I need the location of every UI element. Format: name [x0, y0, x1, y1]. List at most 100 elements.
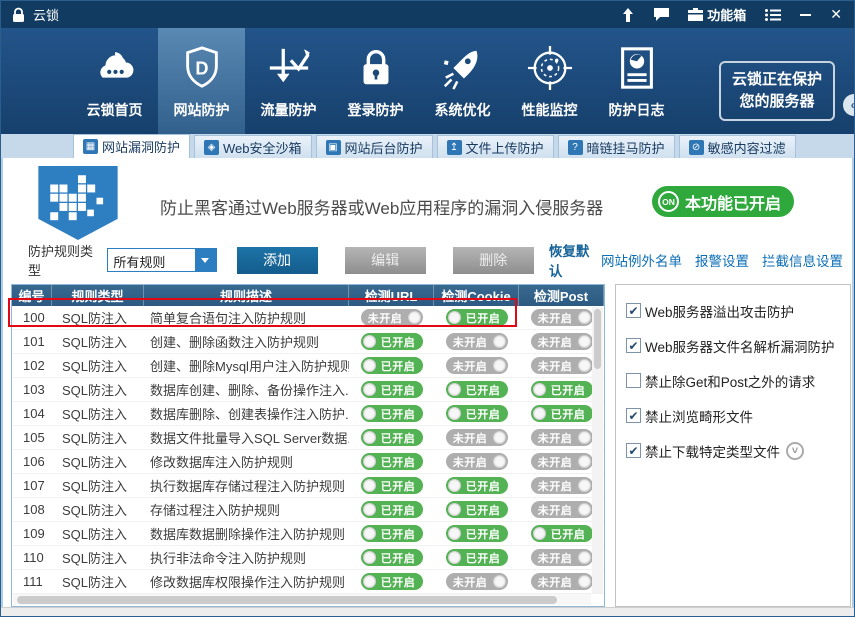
- detect-url-toggle[interactable]: 已开启: [360, 333, 423, 350]
- minimize-button[interactable]: [800, 13, 812, 16]
- detect-post-toggle[interactable]: 已开启: [530, 381, 593, 398]
- settings-link-2[interactable]: 拦截信息设置: [762, 250, 843, 270]
- rule-description: 修改数据库注入防护规则: [150, 455, 294, 470]
- detect-url-toggle[interactable]: 已开启: [360, 501, 423, 518]
- checkbox-checked[interactable]: ✔: [626, 408, 641, 423]
- detect-cookie-toggle[interactable]: 未开启: [445, 429, 508, 446]
- tab-content-filter[interactable]: ⊘ 敏感内容过滤: [678, 135, 796, 158]
- detect-post-toggle[interactable]: 未开启: [530, 333, 593, 350]
- detect-url-toggle[interactable]: 已开启: [360, 573, 423, 590]
- detect-cookie-toggle[interactable]: 已开启: [445, 405, 508, 422]
- rules-table: 编号 规则类型 规则描述 检测URL 检测Cookie 检测Post 100 SQL防注入 简…: [11, 284, 605, 607]
- detect-post-toggle[interactable]: 未开启: [530, 357, 593, 374]
- table-row[interactable]: 108 SQL防注入 存储过程注入防护规则 已开启 已开启 未开启: [12, 498, 604, 522]
- detect-url-toggle[interactable]: 已开启: [360, 549, 423, 566]
- detect-url-toggle[interactable]: 已开启: [360, 429, 423, 446]
- checkbox-unchecked[interactable]: [626, 373, 641, 388]
- feature-enabled-button[interactable]: ON 本功能已开启: [651, 186, 794, 217]
- edit-button[interactable]: 编辑: [344, 246, 426, 274]
- vertical-scrollbar[interactable]: [592, 307, 603, 593]
- site-backend-tab-icon: ▣: [325, 139, 341, 155]
- table-row[interactable]: 102 SQL防注入 创建、删除Mysql用户注入防护规则 已开启 未开启 未开启: [12, 354, 604, 378]
- table-row[interactable]: 101 SQL防注入 创建、删除函数注入防护规则 已开启 未开启 未开启: [12, 330, 604, 354]
- settings-link-1[interactable]: 报警设置: [695, 250, 749, 270]
- tab-site-backend[interactable]: ▣ 网站后台防护: [315, 135, 433, 158]
- vertical-scrollbar-thumb[interactable]: [594, 309, 601, 369]
- detect-post-toggle[interactable]: 未开启: [530, 429, 593, 446]
- toggle-knob-icon: [492, 335, 506, 348]
- detect-url-toggle[interactable]: 已开启: [360, 525, 423, 542]
- detect-cookie-toggle[interactable]: 已开启: [445, 501, 508, 518]
- rule-id: 107: [23, 478, 45, 493]
- checkbox-checked[interactable]: ✔: [626, 443, 641, 458]
- toggle-label: 未开启: [452, 576, 488, 589]
- horizontal-scrollbar-thumb[interactable]: [17, 595, 557, 604]
- nav-item-website-protection[interactable]: D 网站防护: [158, 28, 245, 134]
- menu-list-icon[interactable]: [765, 8, 782, 21]
- collapse-arrow-icon[interactable]: «: [843, 94, 854, 116]
- detect-cookie-toggle[interactable]: 已开启: [445, 309, 508, 326]
- table-row[interactable]: 109 SQL防注入 数据库数据删除操作注入防护规则 已开启 已开启 已开启: [12, 522, 604, 546]
- table-row[interactable]: 111 SQL防注入 修改数据库权限操作注入防护规则 已开启 未开启 未开启: [12, 570, 604, 594]
- add-button[interactable]: 添加: [236, 246, 318, 274]
- table-row[interactable]: 106 SQL防注入 修改数据库注入防护规则 已开启 未开启 未开启: [12, 450, 604, 474]
- nav-item-traffic-protection[interactable]: 流量防护: [245, 28, 332, 134]
- table-row[interactable]: 107 SQL防注入 执行数据库存储过程注入防护规则 已开启 已开启 未开启: [12, 474, 604, 498]
- settings-link-0[interactable]: 网站例外名单: [601, 250, 682, 270]
- toggle-knob-icon: [362, 527, 376, 540]
- detect-post-toggle[interactable]: 已开启: [530, 405, 593, 422]
- detect-cookie-toggle[interactable]: 已开启: [445, 381, 508, 398]
- detect-url-toggle[interactable]: 未开启: [360, 309, 423, 326]
- detect-cookie-toggle[interactable]: 未开启: [445, 357, 508, 374]
- detect-cookie-toggle[interactable]: 未开启: [445, 453, 508, 470]
- tab-file-upload[interactable]: ↥ 文件上传防护: [436, 135, 554, 158]
- checkbox-checked[interactable]: ✔: [626, 303, 641, 318]
- toggle-label: 未开启: [452, 360, 488, 373]
- nav-item-system-optimize[interactable]: 系统优化: [419, 28, 506, 134]
- checkbox-checked[interactable]: ✔: [626, 338, 641, 353]
- rule-type-select[interactable]: 所有规则: [107, 248, 217, 272]
- upgrade-icon[interactable]: [621, 7, 635, 22]
- delete-button[interactable]: 删除: [452, 246, 534, 274]
- detect-url-toggle[interactable]: 已开启: [360, 357, 423, 374]
- detect-post-toggle[interactable]: 未开启: [530, 477, 593, 494]
- web-vulnerability-tab-icon: ▦: [83, 139, 98, 154]
- tab-dark-link[interactable]: ? 暗链挂马防护: [557, 135, 675, 158]
- detect-url-toggle[interactable]: 已开启: [360, 381, 423, 398]
- nav-item-performance-monitor[interactable]: 性能监控: [506, 28, 593, 134]
- toolbox-button[interactable]: 功能箱: [688, 5, 746, 24]
- detect-post-toggle[interactable]: 未开启: [530, 549, 593, 566]
- detect-post-toggle[interactable]: 未开启: [530, 501, 593, 518]
- detect-cookie-toggle[interactable]: 已开启: [445, 525, 508, 542]
- restore-default-link[interactable]: 恢复默认: [549, 240, 601, 280]
- toggle-label: 未开启: [537, 552, 573, 565]
- detect-post-toggle[interactable]: 未开启: [530, 573, 593, 590]
- tab-web-sandbox[interactable]: ◈ Web安全沙箱: [194, 135, 312, 158]
- table-row[interactable]: 104 SQL防注入 数据库删除、创建表操作注入防护... 已开启 已开启 已开启: [12, 402, 604, 426]
- detect-post-toggle[interactable]: 已开启: [530, 525, 593, 542]
- nav-item-login-protection[interactable]: 登录防护: [332, 28, 419, 134]
- detect-url-toggle[interactable]: 已开启: [360, 477, 423, 494]
- toggle-knob-icon: [492, 575, 506, 588]
- detect-cookie-toggle[interactable]: 已开启: [445, 549, 508, 566]
- tab-web-vulnerability[interactable]: ▦ 网站漏洞防护: [73, 134, 191, 158]
- nav-item-protection-log[interactable]: 防护日志: [593, 28, 680, 134]
- table-row[interactable]: 100 SQL防注入 简单复合语句注入防护规则 未开启 已开启 未开启: [12, 306, 604, 330]
- detect-url-toggle[interactable]: 已开启: [360, 405, 423, 422]
- nav-item-home[interactable]: 云锁首页: [71, 28, 158, 134]
- expand-chevron-icon[interactable]: ˅: [786, 441, 804, 460]
- detect-cookie-toggle[interactable]: 未开启: [445, 573, 508, 590]
- toggle-knob-icon: [532, 383, 546, 396]
- detect-post-toggle[interactable]: 未开启: [530, 453, 593, 470]
- detect-cookie-toggle[interactable]: 已开启: [445, 477, 508, 494]
- close-button[interactable]: ✕: [830, 6, 842, 23]
- detect-post-toggle[interactable]: 未开启: [530, 309, 593, 326]
- table-row[interactable]: 103 SQL防注入 数据库创建、删除、备份操作注入... 已开启 已开启 已开启: [12, 378, 604, 402]
- detect-cookie-toggle[interactable]: 未开启: [445, 333, 508, 350]
- detect-url-toggle[interactable]: 已开启: [360, 453, 423, 470]
- feedback-icon[interactable]: [654, 8, 670, 21]
- horizontal-scrollbar[interactable]: [13, 594, 591, 605]
- table-row[interactable]: 110 SQL防注入 执行非法命令注入防护规则 已开启 已开启 未开启: [12, 546, 604, 570]
- chevron-down-icon[interactable]: [194, 249, 216, 271]
- table-row[interactable]: 105 SQL防注入 数据文件批量导入SQL Server数据... 已开启 未开启 未开…: [12, 426, 604, 450]
